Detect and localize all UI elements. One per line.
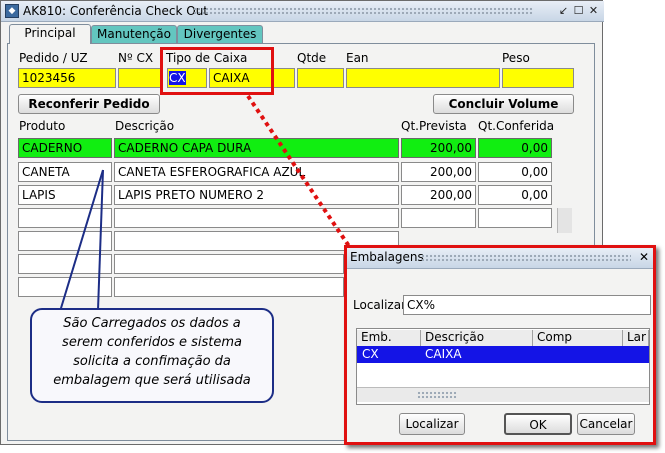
localizar-button[interactable]: Localizar — [399, 413, 465, 435]
callout-line-3: solicita a confimação da — [73, 354, 231, 369]
callout-line-1: São Carregados os dados a — [63, 316, 241, 331]
callout-line-4: embalagem que será utilisada — [53, 373, 251, 388]
list-h-scrollbar[interactable] — [357, 387, 649, 402]
dialog-close-icon[interactable]: ✕ — [639, 250, 649, 264]
localizar-label: Localizar — [353, 298, 407, 312]
dialog-title: Embalagens — [350, 250, 424, 264]
col-header-comp[interactable]: Comp — [533, 330, 623, 346]
callout-line-2: serem conferidos e sistema — [62, 335, 242, 350]
callout-pointer-1 — [57, 169, 104, 319]
dialog-title-bar[interactable]: Embalagens ✕ — [347, 248, 653, 269]
ok-button[interactable]: OK — [504, 413, 572, 435]
callout-pointer-2 — [97, 169, 104, 311]
tab-principal[interactable]: Principal — [9, 24, 91, 44]
list-item-descricao: CAIXA — [425, 347, 462, 361]
col-header-descricao[interactable]: Descrição — [421, 330, 533, 346]
explanation-callout: São Carregados os dados a serem conferid… — [30, 308, 274, 403]
list-item[interactable]: CX CAIXA — [357, 346, 649, 363]
embalagens-dialog: Embalagens ✕ Localizar CX% Emb. Descriçã… — [344, 245, 656, 445]
localizar-input[interactable]: CX% — [403, 295, 651, 315]
list-item-emb: CX — [362, 347, 379, 361]
col-header-lar[interactable]: Lar — [623, 330, 649, 346]
dialog-grip-pattern — [421, 254, 631, 263]
cancelar-button[interactable]: Cancelar — [577, 413, 635, 435]
col-header-emb[interactable]: Emb. — [357, 330, 421, 346]
scroll-thumb-grip[interactable] — [417, 391, 457, 399]
